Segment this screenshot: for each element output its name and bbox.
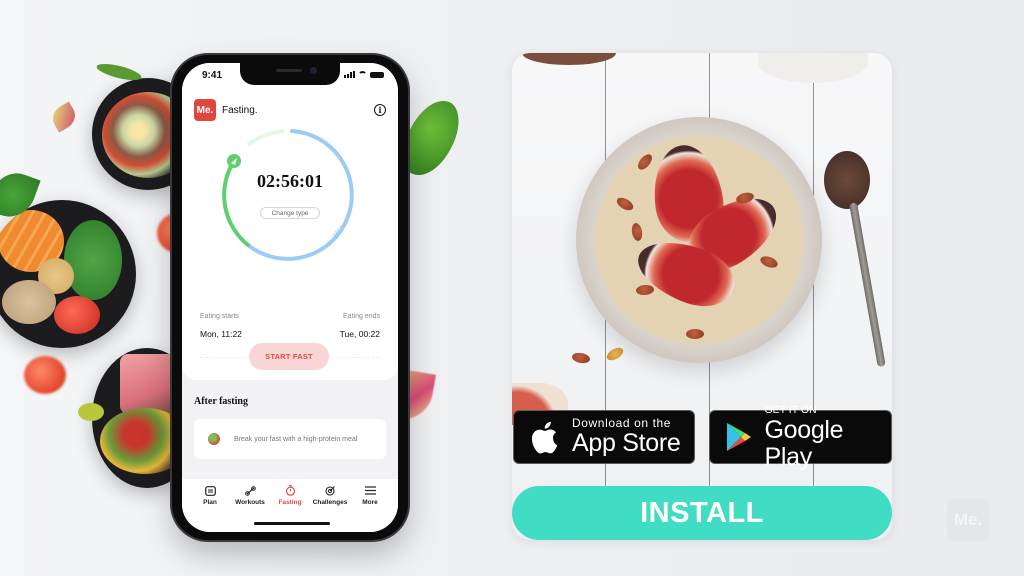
signal-icon xyxy=(344,71,355,78)
quinoa xyxy=(2,280,56,324)
wifi-icon xyxy=(358,71,367,78)
app-store-badge[interactable]: Download on the App Store xyxy=(513,410,695,464)
google-play-small-text: GET IT ON xyxy=(764,403,817,416)
status-time: 9:41 xyxy=(202,70,223,81)
eating-starts: Eating starts Mon, 11:22 xyxy=(200,313,242,339)
salad-icon xyxy=(208,433,220,445)
raisin xyxy=(604,345,626,363)
tab-label: More xyxy=(362,499,378,506)
change-type-button[interactable]: Change type xyxy=(260,207,320,219)
battery-icon xyxy=(370,72,384,78)
menu-icon xyxy=(364,485,376,496)
almond xyxy=(635,151,655,173)
almond xyxy=(686,329,704,339)
spoon xyxy=(824,151,870,209)
google-play-text: GET IT ON Google Play xyxy=(764,404,891,471)
start-fast-button[interactable]: START FAST xyxy=(249,343,329,370)
google-play-badge[interactable]: GET IT ON Google Play xyxy=(709,404,892,470)
phone-screen: 9:41 Me. Fasting. i FAST 02:56:01 Change… xyxy=(182,63,398,532)
dumbbell-icon xyxy=(244,485,256,496)
tab-plan[interactable]: Plan xyxy=(191,485,229,532)
me-watermark-logo: Me. xyxy=(947,499,989,541)
tab-more[interactable]: More xyxy=(351,485,389,532)
fasting-card: Me. Fasting. i FAST 02:56:01 Change type… xyxy=(182,87,398,380)
app-store-text: Download on the App Store xyxy=(572,417,681,457)
home-indicator xyxy=(254,522,330,525)
install-button[interactable]: INSTALL xyxy=(512,486,892,540)
eating-ends-label: Eating ends xyxy=(343,313,380,320)
after-fasting-tip-card[interactable]: Break your fast with a high-protein meal xyxy=(194,419,386,459)
app-title: Fasting. xyxy=(222,104,258,116)
tip-text: Break your fast with a high-protein meal xyxy=(234,435,358,443)
almond xyxy=(614,195,636,213)
apple-icon xyxy=(528,419,560,455)
tab-label: Fasting xyxy=(278,499,302,506)
ad-card[interactable]: Download on the App Store GET IT ON Goog… xyxy=(512,53,892,540)
eating-starts-value: Mon, 11:22 xyxy=(200,329,242,339)
lime-slice xyxy=(78,403,104,421)
phone-notch xyxy=(240,63,340,85)
plan-icon xyxy=(204,485,216,496)
app-store-big-text: App Store xyxy=(572,429,681,457)
app-logo: Me. xyxy=(194,99,216,121)
buddha-bowl-plate xyxy=(0,200,136,348)
eating-starts-label: Eating starts xyxy=(200,313,239,320)
almond xyxy=(630,222,644,242)
app-header: Me. Fasting. i xyxy=(194,99,386,121)
almond xyxy=(635,284,655,296)
after-fasting-title: After fasting xyxy=(194,396,248,407)
eating-ends: Eating ends Tue, 00:22 xyxy=(340,313,380,339)
fasting-progress-ring: FAST xyxy=(222,129,354,261)
arugula-leaf xyxy=(95,60,143,84)
almond xyxy=(758,254,780,270)
cherry-tomatoes xyxy=(54,296,100,334)
speaker xyxy=(276,69,302,72)
greens xyxy=(64,220,122,300)
ring-fast-segment xyxy=(246,129,354,261)
target-icon xyxy=(324,485,336,496)
timer-value: 02:56:01 xyxy=(257,171,323,191)
google-play-big-text: Google Play xyxy=(764,415,844,471)
info-icon[interactable]: i xyxy=(374,104,386,116)
chard-leaf-small xyxy=(48,101,80,133)
quinoa-fig-bowl xyxy=(576,117,822,363)
tab-label: Challenges xyxy=(312,499,348,506)
dried-fruit-bowl xyxy=(522,53,616,65)
status-icons xyxy=(344,71,384,78)
almond xyxy=(571,351,591,365)
stopwatch-icon xyxy=(284,485,296,496)
bottom-tab-bar: Plan Workouts Fasting Challenges More xyxy=(182,479,398,532)
milk-cup xyxy=(758,53,868,83)
google-play-icon xyxy=(724,419,754,455)
spoon-handle xyxy=(849,202,886,368)
phone-mockup: 9:41 Me. Fasting. i FAST 02:56:01 Change… xyxy=(172,55,408,540)
eating-ends-value: Tue, 00:22 xyxy=(339,329,380,339)
tomato-slice-blurred xyxy=(24,356,66,394)
front-camera xyxy=(310,67,317,74)
tab-label: Workouts xyxy=(235,499,265,506)
tab-label: Plan xyxy=(203,499,217,506)
